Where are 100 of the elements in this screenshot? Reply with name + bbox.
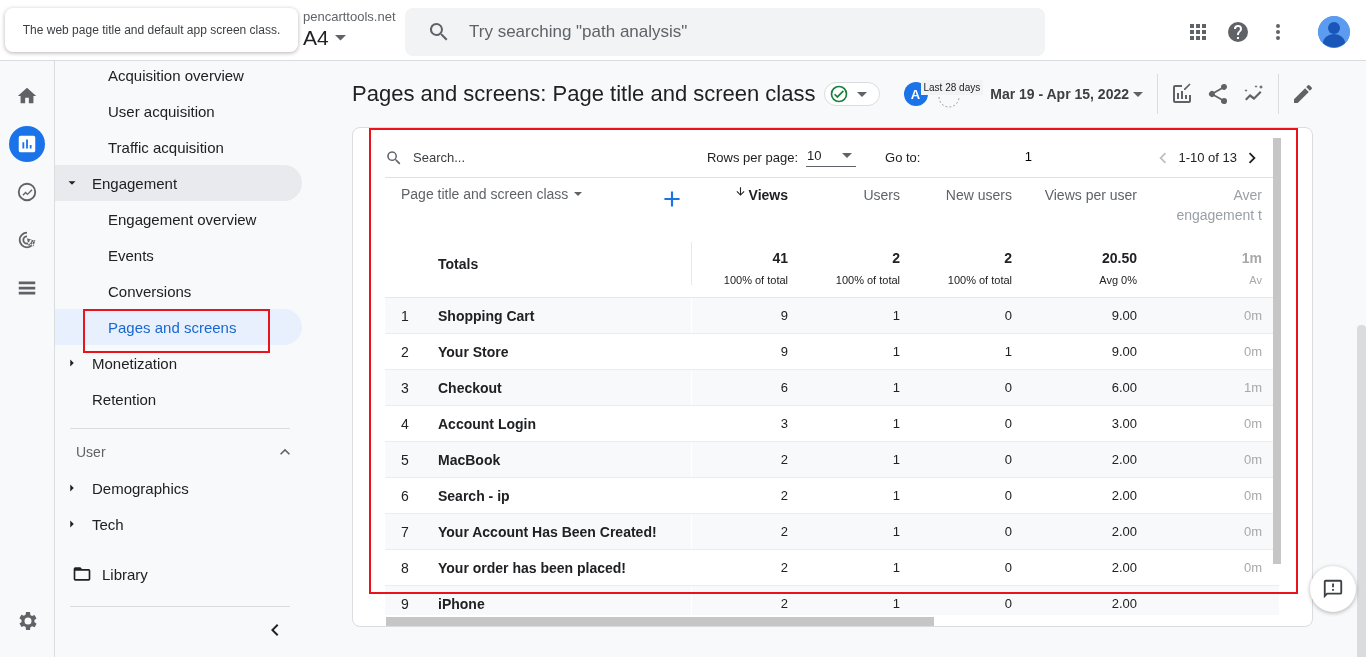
date-range-selector[interactable]: Mar 19 - Apr 15, 2022 [990,86,1147,102]
nav-group[interactable]: Monetization [55,345,302,381]
page-info: 1-10 of 13 [1178,150,1237,165]
nav-item[interactable]: Conversions [55,273,302,309]
row-number: 3 [400,379,410,396]
table-cell-text: 0 [1003,416,1013,431]
total-note: Av [1249,274,1262,286]
table-cell-text: 1 [891,524,901,539]
table-cell-text: 9.00 [1110,308,1138,323]
nav-item[interactable]: Engagement overview [55,201,302,237]
total-note: 100% of total [835,274,900,286]
table-cell-text: 2.00 [1110,452,1138,467]
table-cell: Your Store [425,334,692,369]
caret-icon [1133,91,1143,97]
table-cell-text: 2 [779,560,789,575]
total-value: 20.50 [1101,250,1137,266]
library-link[interactable]: Library [55,556,310,592]
search-icon [385,148,403,167]
nav-group[interactable]: Engagement [55,165,302,201]
table-cell-text: 2.00 [1110,524,1138,539]
totals-label: Totals [425,242,692,285]
table-cell-text: 3.00 [1110,416,1138,431]
table-cell-text: 2 [779,524,789,539]
edit-icon[interactable] [1291,82,1315,106]
feedback-button[interactable] [1310,566,1356,612]
total-value: 1m [1241,250,1262,266]
table-cell-text: 0 [1003,452,1013,467]
help-icon[interactable] [1226,20,1250,44]
table-cell-text: 2 [779,596,789,611]
vertical-scrollbar[interactable] [1273,138,1281,564]
share-icon[interactable] [1206,82,1230,106]
table-cell: MacBook [425,442,692,477]
row-number: 1 [400,307,410,324]
total-value: 41 [772,250,788,266]
table-cell-text: 2 [779,488,789,503]
row-number: 8 [400,559,410,576]
column-header[interactable]: New users [904,176,1016,231]
table-cell-text: 0m [1242,308,1263,323]
range-label: Last 28 days [920,79,984,95]
table-search-field[interactable]: Search... [411,149,615,166]
table-cell-text: 1 [1003,344,1013,359]
table-cell-text: 0 [1003,380,1013,395]
table-cell: Checkout [425,370,692,405]
table-cell-text: 1 [891,560,901,575]
table-cell-text: 1 [891,416,901,431]
total-note: Avg 0% [1099,274,1137,286]
table-cell-text: 0 [1003,560,1013,575]
rows-per-page-select[interactable]: 10 [806,148,857,167]
row-number: 4 [400,415,410,432]
table-cell-text: 0 [1003,596,1013,611]
column-header[interactable]: Views [692,176,792,231]
nav-item[interactable]: Acquisition overview [55,57,302,93]
rows-per-page-label: Rows per page: [706,150,799,165]
total-value: 2 [892,250,900,266]
page-scrollbar[interactable] [1357,325,1366,657]
total-value: 2 [1004,250,1012,266]
row-number: 6 [400,487,410,504]
property-selector[interactable]: A4 [303,26,350,50]
status-selector[interactable] [823,82,880,106]
table-cell-text: 9 [779,344,789,359]
table-cell-text: 0m [1242,560,1263,575]
nav-group[interactable]: Demographics [55,470,302,506]
table-cell-text: 3 [779,416,789,431]
reports-nav-button[interactable] [9,126,45,162]
table-cell-text: 1 [891,308,901,323]
reports-icon [16,133,38,155]
table-cell-text: 6 [779,380,789,395]
section-header[interactable]: User [55,440,295,464]
table-cell-text: 0m [1242,524,1263,539]
table-cell: Account Login [425,406,692,441]
nav-group[interactable]: Tech [55,506,302,542]
nav-item[interactable]: Pages and screens [55,309,302,345]
folder-icon [72,564,92,584]
caret-icon [842,153,853,158]
explore-icon [16,181,38,203]
nav-item[interactable]: Traffic acquisition [55,129,302,165]
nav-item[interactable]: User acquisition [55,93,302,129]
dimension-selector[interactable]: Page title and screen class [401,186,587,202]
total-note: 100% of total [723,274,788,286]
table-cell-text: 1 [891,344,901,359]
table-cell-text: 0m [1242,344,1263,359]
table-cell: Your order has been placed! [425,550,692,585]
account-name: pencarttools.net [303,9,396,24]
column-header[interactable]: Users [792,176,904,231]
column-header[interactable]: Views per user [1016,176,1141,231]
row-number: 9 [400,595,410,612]
avatar-icon[interactable] [1318,16,1350,48]
table-cell-text: 0 [1003,308,1013,323]
nav-item[interactable]: Retention [55,381,302,417]
table-cell-text: 0 [1003,488,1013,503]
customize-report-icon[interactable] [1170,82,1194,106]
table-cell-text: 0m [1242,488,1263,503]
table-cell-text: 9 [779,308,789,323]
search-field[interactable]: Try searching "path analysis" [405,8,1045,56]
nav-item[interactable]: Events [55,237,302,273]
horizontal-scrollbar[interactable] [386,617,934,626]
table-cell-text: 0 [1003,524,1013,539]
row-number: 7 [400,523,410,540]
table-cell-text: 1 [891,488,901,503]
go-to-field[interactable]: 1 [928,148,1129,167]
